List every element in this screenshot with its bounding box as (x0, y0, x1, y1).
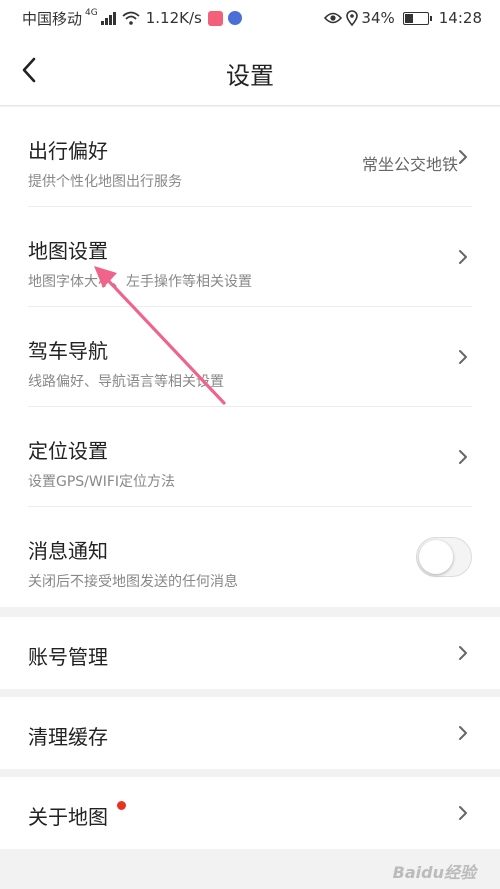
row-subtitle: 地图字体大小、左手操作等相关设置 (28, 274, 252, 290)
chevron-right-icon (459, 806, 467, 820)
battery-percent: 34% (361, 9, 395, 27)
nav-bar: 设置 (0, 36, 500, 106)
chevron-right-icon (459, 726, 467, 740)
row-title: 清理缓存 (28, 725, 108, 749)
row-title: 出行偏好 (28, 139, 108, 163)
row-title: 消息通知 (28, 539, 108, 563)
travel-preference-value: 常坐公交地铁 (361, 155, 458, 174)
chevron-right-icon (459, 350, 467, 364)
signal-icon (100, 11, 116, 25)
settings-group-about: 关于地图 (0, 777, 500, 849)
row-title: 驾车导航 (28, 339, 108, 363)
app-notification-icon (207, 10, 223, 26)
row-subtitle: 线路偏好、导航语言等相关设置 (28, 374, 224, 390)
network-type: 4G (85, 7, 98, 18)
carrier-name: 中国移动 (22, 9, 83, 28)
row-title: 定位设置 (28, 439, 108, 463)
row-title: 地图设置 (28, 239, 108, 263)
row-subtitle: 关闭后不接受地图发送的任何消息 (28, 574, 238, 590)
settings-group-main: 出行偏好 提供个性化地图出行服务 常坐公交地铁 地图设置 地图字体大小、左手操作… (0, 107, 500, 607)
row-title: 关于地图 (28, 805, 108, 829)
row-title: 账号管理 (28, 645, 108, 669)
chevron-right-icon (459, 150, 467, 164)
clock-time: 14:28 (438, 9, 482, 27)
settings-row-account-management[interactable]: 账号管理 (0, 617, 500, 689)
settings-row-map-settings[interactable]: 地图设置 地图字体大小、左手操作等相关设置 (0, 207, 500, 307)
watermark-logo: Baidu经验 (392, 863, 476, 882)
location-pin-icon (346, 10, 359, 26)
status-right: 34% 14:28 (324, 9, 482, 27)
settings-row-travel-preference[interactable]: 出行偏好 提供个性化地图出行服务 常坐公交地铁 (0, 107, 500, 207)
settings-row-driving-navigation[interactable]: 驾车导航 线路偏好、导航语言等相关设置 (0, 307, 500, 407)
notifications-toggle[interactable] (416, 537, 472, 577)
page-title: 设置 (226, 62, 274, 90)
chevron-right-icon (459, 646, 467, 660)
chevron-right-icon (459, 250, 467, 264)
music-app-icon (227, 11, 242, 25)
status-left: 中国移动 4G 1.12K/s (22, 8, 242, 29)
settings-row-clear-cache[interactable]: 清理缓存 (0, 697, 500, 769)
toggle-knob (419, 540, 453, 574)
chevron-right-icon (459, 450, 467, 464)
settings-group-account: 账号管理 (0, 617, 500, 689)
settings-row-location-settings[interactable]: 定位设置 设置GPS/WIFI定位方法 (0, 407, 500, 507)
settings-row-notifications: 消息通知 关闭后不接受地图发送的任何消息 (0, 507, 500, 607)
new-badge-dot (117, 801, 126, 810)
row-subtitle: 提供个性化地图出行服务 (28, 174, 182, 190)
eye-icon (324, 12, 343, 24)
network-speed: 1.12K/s (145, 9, 202, 27)
settings-row-about-map[interactable]: 关于地图 (0, 777, 500, 849)
battery-icon (402, 11, 432, 25)
status-bar: 中国移动 4G 1.12K/s 34% 14:28 (0, 0, 500, 36)
wifi-icon (122, 11, 140, 25)
row-subtitle: 设置GPS/WIFI定位方法 (28, 474, 176, 490)
settings-group-cache: 清理缓存 (0, 697, 500, 769)
